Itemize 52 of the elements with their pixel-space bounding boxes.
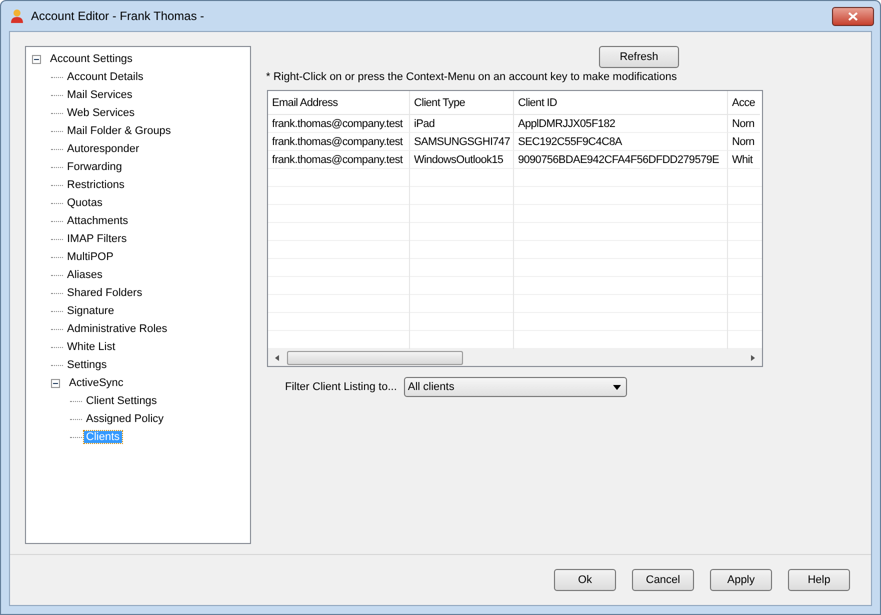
tree-item[interactable]: MultiPOP <box>65 251 116 263</box>
column-header[interactable]: Client ID <box>514 91 728 115</box>
table-cell: iPad <box>410 115 514 133</box>
tree-item[interactable]: Administrative Roles <box>65 323 170 335</box>
tree-item[interactable]: Account Settings <box>48 53 135 65</box>
close-button[interactable] <box>832 6 874 26</box>
dialog-button[interactable]: Help <box>788 569 850 591</box>
scroll-right-icon[interactable] <box>749 354 757 362</box>
dialog-button[interactable]: Ok <box>554 569 616 591</box>
collapse-icon[interactable] <box>32 54 41 64</box>
hint-text: * Right-Click on or press the Context-Menu on an account key to make modifications <box>266 71 678 83</box>
tree-item[interactable]: Mail Folder & Groups <box>65 125 173 137</box>
filter-dropdown[interactable]: All clients <box>404 377 627 397</box>
column-header[interactable]: Acce <box>728 91 760 115</box>
tree-item[interactable]: Client Settings <box>84 395 159 407</box>
close-icon <box>848 12 858 20</box>
filter-label: Filter Client Listing to... <box>285 381 397 393</box>
tree-item[interactable]: Settings <box>65 359 109 371</box>
window-title: Account Editor - Frank Thomas - <box>31 9 206 23</box>
tree-item[interactable]: Mail Services <box>65 89 134 101</box>
person-icon <box>9 8 25 24</box>
collapse-icon[interactable] <box>51 378 60 388</box>
tree-item[interactable]: Account Details <box>65 71 146 83</box>
tree-item[interactable]: ActiveSync <box>67 377 126 389</box>
table-cell: frank.thomas@company.test <box>268 133 410 151</box>
horizontal-scrollbar[interactable] <box>268 349 762 366</box>
tree-item[interactable]: Assigned Policy <box>84 413 166 425</box>
tree-item[interactable]: Web Services <box>65 107 137 119</box>
tree-item[interactable]: White List <box>65 341 118 353</box>
dialog-button[interactable]: Cancel <box>632 569 694 591</box>
table-cell: Norn <box>728 133 760 151</box>
tree-item[interactable]: Attachments <box>65 215 130 227</box>
tree-item[interactable]: Autoresponder <box>65 143 142 155</box>
dropdown-caret-icon <box>612 384 621 390</box>
table-cell: ApplDMRJJX05F182 <box>514 115 728 133</box>
tree-item[interactable]: Shared Folders <box>65 287 144 299</box>
tree-item[interactable]: Quotas <box>65 197 104 209</box>
tree-item[interactable]: Restrictions <box>65 179 126 191</box>
tree-item[interactable]: Forwarding <box>65 161 124 173</box>
table-cell: frank.thomas@company.test <box>268 115 410 133</box>
tree-item[interactable]: Signature <box>65 305 116 317</box>
scroll-thumb[interactable] <box>287 350 463 364</box>
scroll-left-icon[interactable] <box>273 354 281 362</box>
dialog-button[interactable]: Apply <box>710 569 772 591</box>
tree-item[interactable]: Aliases <box>65 269 104 281</box>
column-header[interactable]: Email Address <box>268 91 410 115</box>
column-header[interactable]: Client Type <box>410 91 514 115</box>
tree-item[interactable]: IMAP Filters <box>65 233 129 245</box>
refresh-button[interactable]: Refresh <box>599 46 679 68</box>
table-cell: SAMSUNGSGHI747 <box>410 133 514 151</box>
table-cell: Norn <box>728 115 760 133</box>
table-cell: SEC192C55F9C4C8A <box>514 133 728 151</box>
